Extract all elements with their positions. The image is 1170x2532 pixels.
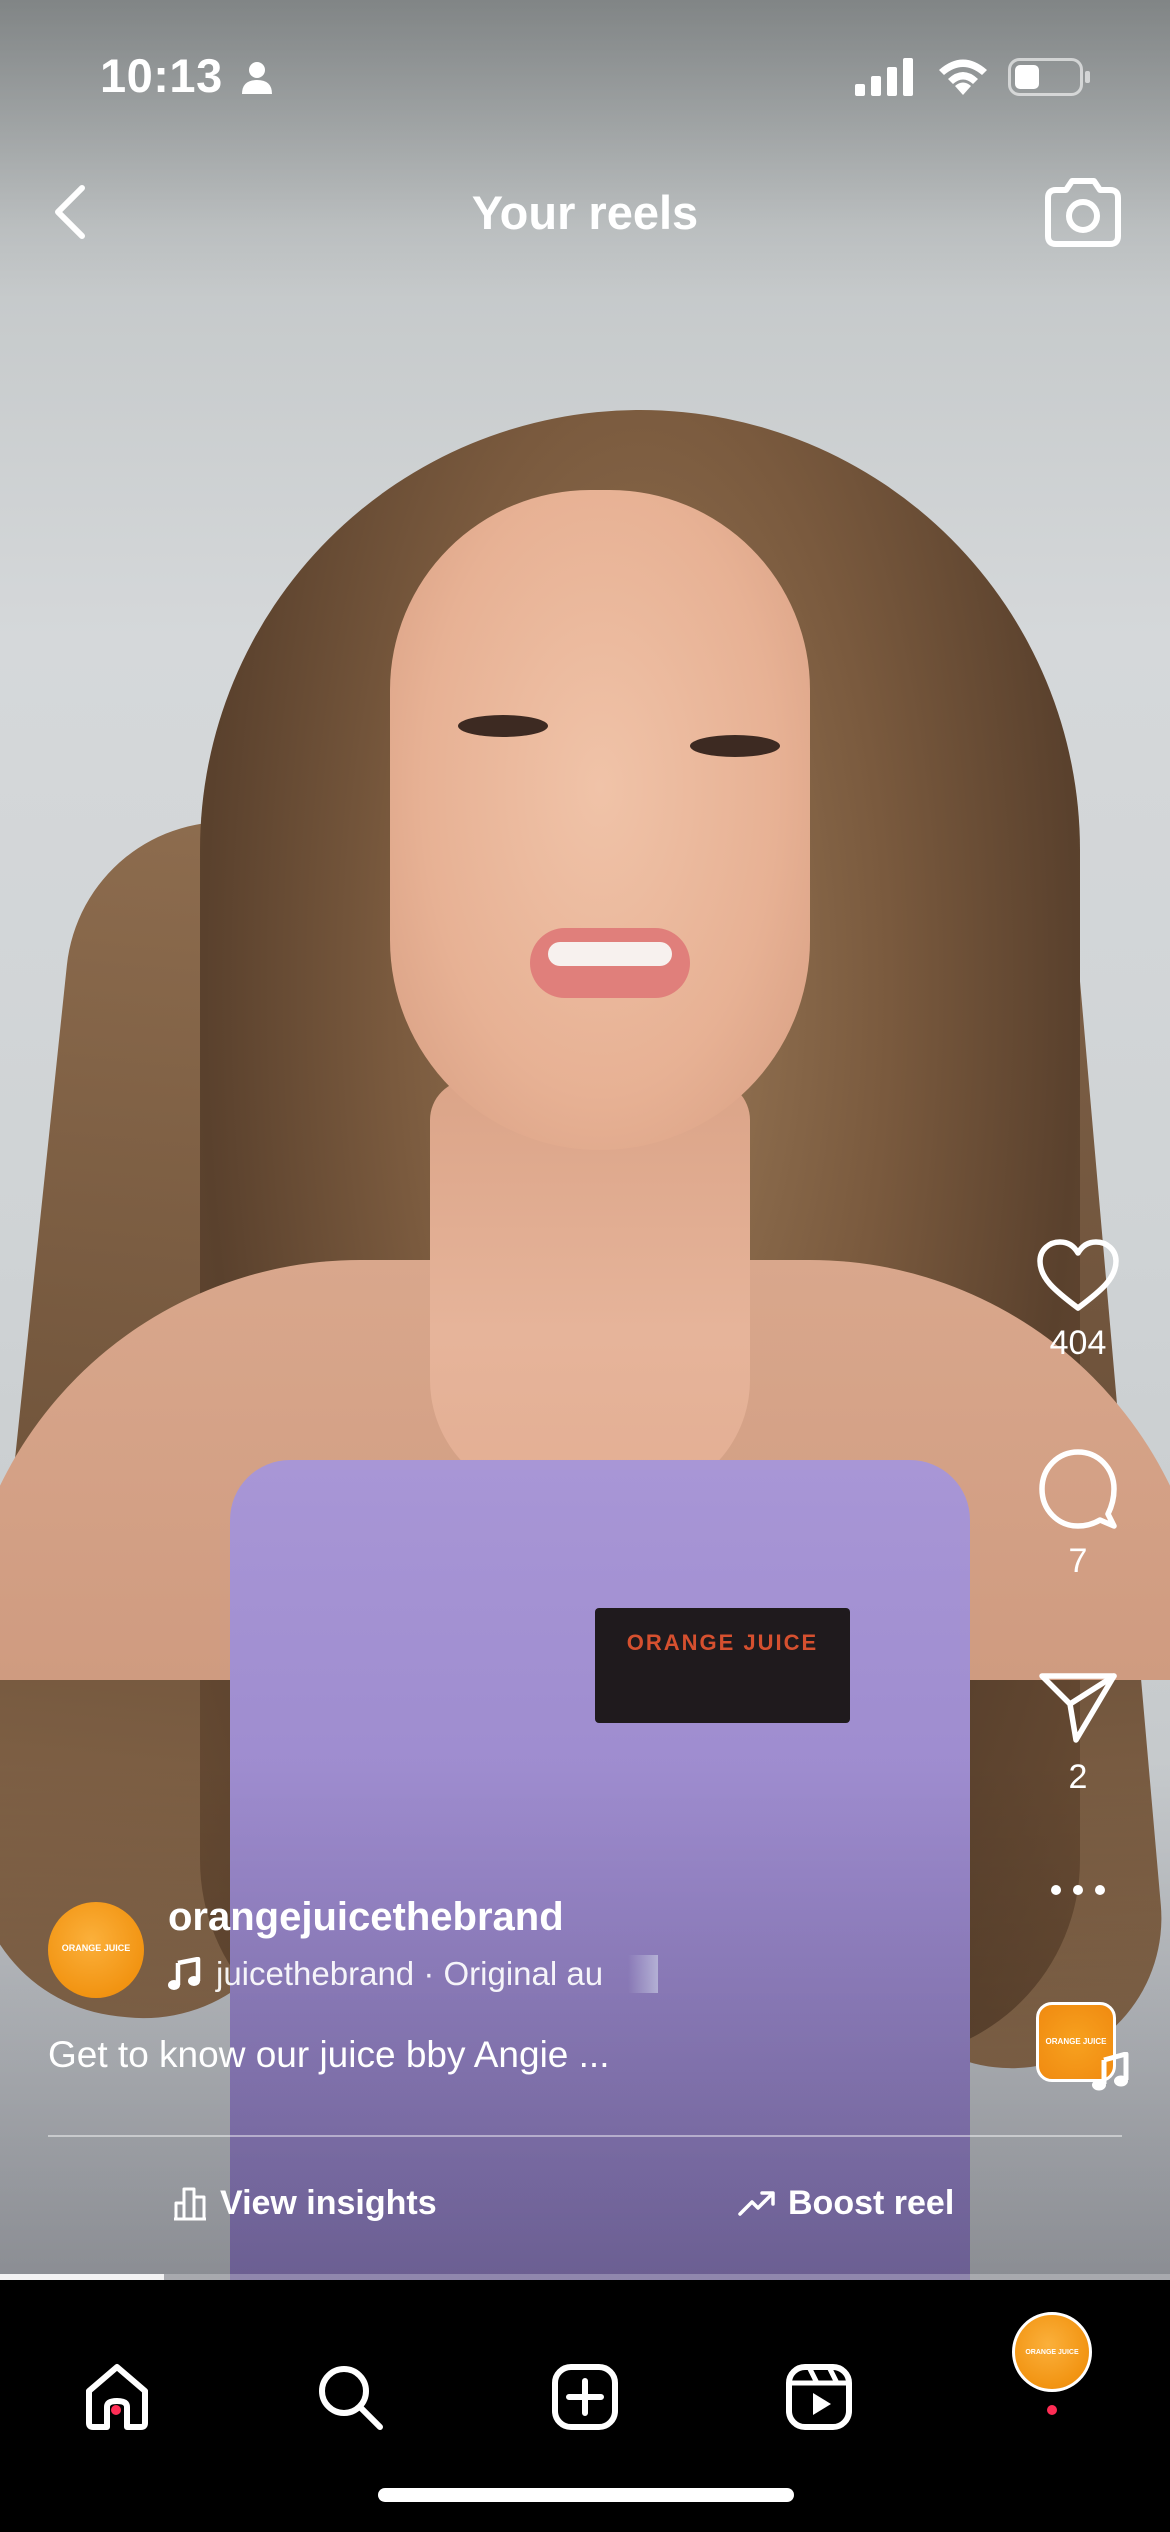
text-fade [628,1955,658,1993]
view-insights-button[interactable]: View insights [172,2178,437,2228]
video-content [690,735,780,757]
music-note-icon [1092,2052,1129,2091]
cellular-signal-icon [855,58,913,96]
tab-profile[interactable]: ORANGE JUICE [1012,2312,1092,2392]
tab-create[interactable] [540,2352,630,2442]
like-count: 404 [1049,1324,1107,1362]
profile-avatar[interactable]: ORANGE JUICE [48,1902,144,1998]
camera-icon[interactable] [1042,176,1124,248]
view-insights-label: View insights [220,2183,437,2222]
wifi-icon [939,59,987,95]
home-notification-dot [111,2405,121,2415]
comment-count: 7 [1068,1542,1088,1580]
comment-icon[interactable] [1036,1446,1120,1530]
share-count: 2 [1068,1758,1088,1796]
status-time: 10:13 [100,49,223,102]
audio-label: juicethebrand · Original au [216,1955,604,1992]
home-indicator[interactable] [378,2488,794,2502]
shirt-patch: ORANGE JUICE [595,1608,850,1723]
tab-search[interactable] [305,2352,395,2442]
music-note-icon [168,1957,201,1990]
divider [48,2135,1122,2137]
boost-reel-label: Boost reel [788,2183,955,2222]
create-icon[interactable] [549,2361,621,2433]
comment-action[interactable]: 7 [1018,1446,1138,1581]
status-bar: 10:13 [0,0,1170,150]
page-title: Your reels [471,186,699,239]
battery-icon [1008,58,1090,96]
home-icon[interactable] [81,2361,153,2433]
person-icon [242,62,272,94]
more-horizontal-icon[interactable] [1048,1880,1108,1900]
search-icon[interactable] [314,2361,386,2433]
audio-track[interactable]: juicethebrand · Original au [168,1955,658,1993]
profile-notification-dot [1047,2405,1057,2415]
tab-reels[interactable] [774,2352,864,2442]
video-content [530,928,690,998]
share-action[interactable]: 2 [1018,1668,1138,1797]
video-content [458,715,548,737]
boost-reel-button[interactable]: Boost reel [738,2178,954,2228]
video-content [390,490,810,1150]
more-options[interactable] [1018,1880,1138,1900]
reels-icon[interactable] [783,2361,855,2433]
heart-icon[interactable] [1036,1238,1120,1312]
username[interactable]: orangejuicethebrand [168,1895,564,1940]
tab-home[interactable] [72,2352,162,2442]
caption[interactable]: Get to know our juice bby Angie ... [48,2034,610,2076]
send-icon[interactable] [1036,1668,1120,1746]
trending-up-icon [738,2191,775,2216]
like-action[interactable]: 404 [1018,1238,1138,1363]
bar-chart-icon [174,2187,206,2221]
